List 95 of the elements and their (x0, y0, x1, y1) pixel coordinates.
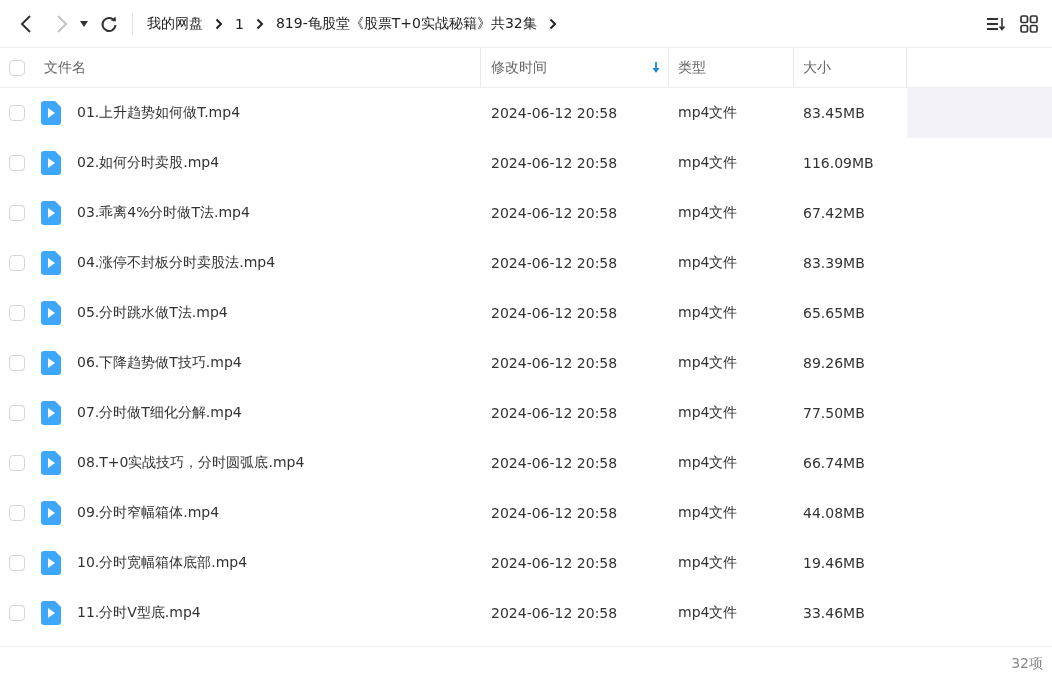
file-size: 83.45MB (803, 105, 865, 121)
row-checkbox[interactable] (9, 255, 25, 271)
table-row[interactable]: 05.分时跳水做T法.mp4 2024-06-12 20:58 mp4文件 65.65MB (0, 288, 1052, 338)
table-row[interactable]: 07.分时做T细化分解.mp4 2024-06-12 20:58 mp4文件 77.50MB (0, 388, 1052, 438)
chevron-left-icon[interactable] (19, 13, 33, 34)
modified-time: 2024-06-12 20:58 (491, 605, 618, 621)
table-row[interactable]: 10.分时宽幅箱体底部.mp4 2024-06-12 20:58 mp4文件 19.46MB (0, 538, 1052, 588)
table-row-hovered[interactable]: 01.上升趋势如何做T.mp4 2024-06-12 20:58 mp4文件 83.45MB (0, 88, 1052, 138)
file-type: mp4文件 (678, 354, 738, 372)
file-type: mp4文件 (678, 504, 738, 522)
video-file-icon (41, 151, 61, 175)
file-name[interactable]: 11.分时V型底.mp4 (77, 604, 201, 622)
video-file-icon (41, 551, 61, 575)
chevron-right-icon (255, 17, 264, 30)
modified-time: 2024-06-12 20:58 (491, 155, 618, 171)
row-checkbox[interactable] (9, 305, 25, 321)
row-checkbox[interactable] (9, 605, 25, 621)
file-size: 89.26MB (803, 355, 865, 371)
file-type: mp4文件 (678, 604, 738, 622)
column-header[interactable]: 修改时间 (481, 48, 669, 87)
file-size: 33.46MB (803, 605, 865, 621)
file-size: 44.08MB (803, 505, 865, 521)
file-type: mp4文件 (678, 204, 738, 222)
row-checkbox[interactable] (9, 155, 25, 171)
file-name[interactable]: 10.分时宽幅箱体底部.mp4 (77, 554, 248, 572)
modified-time: 2024-06-12 20:58 (491, 255, 618, 271)
video-file-icon (41, 101, 61, 125)
file-size: 66.74MB (803, 455, 865, 471)
column-header[interactable]: 文件名 (44, 58, 86, 77)
video-file-icon (41, 401, 61, 425)
file-type: mp4文件 (678, 104, 738, 122)
video-file-icon (41, 451, 61, 475)
modified-time: 2024-06-12 20:58 (491, 455, 618, 471)
file-name[interactable]: 04.涨停不封板分时卖股法.mp4 (77, 254, 276, 272)
chevron-right-icon (548, 17, 557, 30)
breadcrumb-item[interactable]: 我的网盘 (147, 14, 203, 33)
column-header[interactable]: 大小 (794, 48, 907, 87)
file-size: 67.42MB (803, 205, 865, 221)
row-checkbox[interactable] (9, 405, 25, 421)
video-file-icon (41, 501, 61, 525)
video-file-icon (41, 301, 61, 325)
file-type: mp4文件 (678, 254, 738, 272)
video-file-icon (41, 351, 61, 375)
sort-icon[interactable] (986, 15, 1006, 32)
select-all-checkbox[interactable] (9, 59, 25, 76)
file-type: mp4文件 (678, 154, 738, 172)
row-checkbox[interactable] (9, 355, 25, 371)
table-row[interactable]: 06.下降趋势做T技巧.mp4 2024-06-12 20:58 mp4文件 89.26MB (0, 338, 1052, 388)
file-size: 65.65MB (803, 305, 865, 321)
table-row[interactable]: 04.涨停不封板分时卖股法.mp4 2024-06-12 20:58 mp4文件 83.39MB (0, 238, 1052, 288)
file-name[interactable]: 06.下降趋势做T技巧.mp4 (77, 354, 242, 372)
file-name[interactable]: 05.分时跳水做T法.mp4 (77, 304, 228, 322)
table-row[interactable]: 08.T+0实战技巧，分时圆弧底.mp4 2024-06-12 20:58 mp4文件 66.74MB (0, 438, 1052, 488)
column-header[interactable]: 类型 (669, 48, 794, 87)
file-name[interactable]: 09.分时窄幅箱体.mp4 (77, 504, 220, 522)
row-checkbox[interactable] (9, 555, 25, 571)
item-count: 32项 (1011, 654, 1043, 673)
modified-time: 2024-06-12 20:58 (491, 105, 618, 121)
row-checkbox[interactable] (9, 205, 25, 221)
breadcrumb-item[interactable]: 819-龟股堂《股票T+0实战秘籍》共32集 (275, 14, 537, 33)
modified-time: 2024-06-12 20:58 (491, 305, 618, 321)
file-type: mp4文件 (678, 304, 738, 322)
file-type: mp4文件 (678, 454, 738, 472)
modified-time: 2024-06-12 20:58 (491, 555, 618, 571)
refresh-icon[interactable] (100, 14, 118, 33)
file-size: 116.09MB (803, 155, 874, 171)
file-name[interactable]: 03.乖离4%分时做T法.mp4 (77, 204, 250, 222)
modified-time: 2024-06-12 20:58 (491, 205, 618, 221)
table-row[interactable]: 03.乖离4%分时做T法.mp4 2024-06-12 20:58 mp4文件 67.42MB (0, 188, 1052, 238)
file-type: mp4文件 (678, 404, 738, 422)
row-checkbox[interactable] (9, 455, 25, 471)
table-row[interactable]: 11.分时V型底.mp4 2024-06-12 20:58 mp4文件 33.46MB (0, 588, 1052, 638)
sort-arrow-icon (652, 61, 660, 74)
row-checkbox[interactable] (9, 505, 25, 521)
table-row[interactable]: 02.如何分时卖股.mp4 2024-06-12 20:58 mp4文件 116.09MB (0, 138, 1052, 188)
row-checkbox[interactable] (9, 105, 25, 121)
file-name[interactable]: 02.如何分时卖股.mp4 (77, 154, 220, 172)
modified-time: 2024-06-12 20:58 (491, 355, 618, 371)
video-file-icon (41, 251, 61, 275)
file-type: mp4文件 (678, 554, 738, 572)
grid-view-icon[interactable] (1020, 14, 1038, 33)
file-name[interactable]: 08.T+0实战技巧，分时圆弧底.mp4 (77, 454, 305, 472)
chevron-right-icon (215, 17, 223, 30)
file-size: 83.39MB (803, 255, 865, 271)
file-size: 77.50MB (803, 405, 865, 421)
breadcrumb-item[interactable]: 1 (235, 15, 244, 32)
file-name[interactable]: 07.分时做T细化分解.mp4 (77, 404, 242, 422)
file-name[interactable]: 01.上升趋势如何做T.mp4 (77, 104, 241, 122)
file-size: 19.46MB (803, 555, 865, 571)
video-file-icon (41, 201, 61, 225)
modified-time: 2024-06-12 20:58 (491, 505, 618, 521)
video-file-icon (41, 601, 61, 625)
dropdown-caret-icon[interactable] (80, 20, 88, 27)
modified-time: 2024-06-12 20:58 (491, 405, 618, 421)
table-row[interactable]: 09.分时窄幅箱体.mp4 2024-06-12 20:58 mp4文件 44.08MB (0, 488, 1052, 538)
